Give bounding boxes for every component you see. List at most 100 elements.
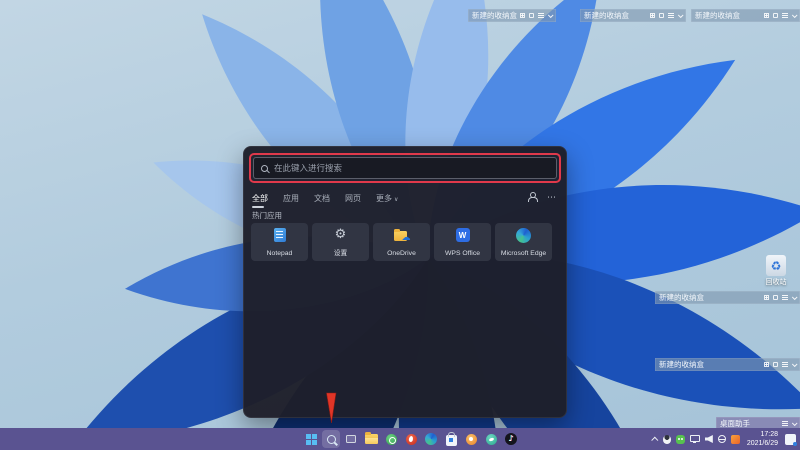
search-filter-tabs: 全部 应用 文档 网页 更多∨: [250, 193, 400, 207]
app-tile-onedrive[interactable]: ☁ OneDrive: [373, 223, 430, 261]
start-button[interactable]: [302, 430, 320, 448]
taskbar-clock[interactable]: 17:28 2021/6/29: [745, 430, 780, 449]
menu-icon[interactable]: [668, 13, 674, 18]
file-explorer-button[interactable]: [362, 430, 380, 448]
lock-icon[interactable]: [659, 13, 664, 18]
app-tile-wps-office[interactable]: W WPS Office: [434, 223, 491, 261]
clock-date: 2021/6/29: [747, 439, 778, 448]
recycle-bin-icon: ♻: [766, 255, 786, 276]
menu-icon[interactable]: [782, 421, 788, 426]
app-tile-label: Notepad: [267, 250, 293, 257]
desktop: 新建的收纳盒 新建的收纳盒 新建的收纳盒 新建的收纳盒 新建的收纳盒 桌面助手 …: [0, 0, 800, 450]
recycle-bin-shortcut[interactable]: ♻ 回收站: [756, 255, 796, 287]
organizer-box-title: 新建的收纳盒: [659, 292, 704, 303]
organizer-box-bar[interactable]: 新建的收纳盒: [580, 9, 686, 22]
organizer-box-controls: [764, 295, 796, 300]
search-icon: [327, 435, 336, 444]
organizer-box-bar[interactable]: 新建的收纳盒: [691, 9, 800, 22]
app-tile-label: Microsoft Edge: [501, 250, 546, 257]
display-tray-icon[interactable]: [690, 435, 700, 442]
cloud-glyph: ☁: [402, 234, 411, 243]
notification-tray-icon[interactable]: [785, 434, 796, 445]
tab-apps[interactable]: 应用: [281, 193, 301, 207]
store-button[interactable]: [442, 430, 460, 448]
wps-icon: W: [456, 228, 470, 242]
tab-more[interactable]: 更多∨: [374, 193, 400, 207]
organizer-box-controls: [520, 13, 552, 18]
organizer-box-title: 新建的收纳盒: [659, 359, 704, 370]
tab-apps-label: 应用: [283, 194, 299, 203]
douyin-button[interactable]: ♪: [502, 430, 520, 448]
orange-app-icon: [466, 434, 477, 445]
search-box[interactable]: [253, 157, 557, 179]
edge-icon: [516, 228, 531, 243]
assistant-controls: [782, 421, 796, 426]
organizer-box-bar[interactable]: 新建的收纳盒: [655, 291, 800, 304]
app-tile-settings[interactable]: ⚙ 设置: [312, 223, 369, 261]
menu-icon[interactable]: [538, 13, 544, 18]
tab-documents[interactable]: 文档: [312, 193, 332, 207]
task-view-button[interactable]: [342, 430, 360, 448]
network-input-icon[interactable]: [718, 435, 726, 443]
chevron-down-icon[interactable]: [792, 12, 798, 18]
edge-icon: [425, 433, 437, 445]
grid-icon[interactable]: [764, 362, 769, 367]
chevron-down-icon[interactable]: [792, 361, 798, 367]
lock-icon[interactable]: [529, 13, 534, 18]
notepad-icon: [274, 228, 286, 242]
chevron-down-icon[interactable]: [678, 12, 684, 18]
recycle-glyph: ♻: [771, 260, 782, 272]
tab-more-label: 更多: [376, 194, 392, 203]
app-orange-button[interactable]: [462, 430, 480, 448]
account-icon[interactable]: [527, 192, 536, 202]
taskbar-pinned-icons: ♪: [302, 428, 520, 450]
tab-web[interactable]: 网页: [343, 193, 363, 207]
app-teal-button[interactable]: [482, 430, 500, 448]
chevron-down-icon: ∨: [394, 196, 398, 203]
volume-icon[interactable]: [705, 435, 713, 443]
windows-logo-icon: [306, 434, 317, 445]
menu-icon[interactable]: [782, 362, 788, 367]
grid-icon[interactable]: [764, 295, 769, 300]
lock-icon[interactable]: [773, 295, 778, 300]
qq-tray-icon[interactable]: [663, 435, 671, 444]
app-red-button[interactable]: [402, 430, 420, 448]
red-app-icon: [406, 434, 417, 445]
organizer-box-bar[interactable]: 新建的收纳盒: [655, 358, 800, 371]
more-options-icon[interactable]: ⋯: [547, 193, 557, 202]
task-view-icon: [346, 435, 356, 443]
wechat-tray-icon[interactable]: [676, 435, 685, 444]
grid-icon[interactable]: [650, 13, 655, 18]
top-apps-section-title: 热门应用: [252, 210, 282, 221]
taskbar-tray: 17:28 2021/6/29: [653, 428, 796, 450]
search-input[interactable]: [274, 163, 549, 173]
grid-icon[interactable]: [520, 13, 525, 18]
grid-icon[interactable]: [764, 13, 769, 18]
organizer-box-controls: [650, 13, 682, 18]
organizer-box-bar[interactable]: 新建的收纳盒: [468, 9, 556, 22]
menu-icon[interactable]: [782, 295, 788, 300]
lock-icon[interactable]: [773, 13, 778, 18]
edge-button[interactable]: [422, 430, 440, 448]
lock-icon[interactable]: [773, 362, 778, 367]
search-icon: [261, 165, 268, 172]
organizer-box-title: 新建的收纳盒: [695, 10, 740, 21]
store-bag-icon: [446, 435, 457, 446]
app-tile-edge[interactable]: Microsoft Edge: [495, 223, 552, 261]
hidden-icons-chevron-icon[interactable]: [651, 436, 658, 443]
organizer-box-title: 新建的收纳盒: [472, 10, 517, 21]
tab-all[interactable]: 全部: [250, 193, 270, 207]
app-tile-notepad[interactable]: Notepad: [251, 223, 308, 261]
search-panel-header-icons: ⋯: [527, 192, 557, 202]
search-button[interactable]: [322, 430, 340, 448]
organizer-box-title: 新建的收纳盒: [584, 10, 629, 21]
app-tile-label: WPS Office: [445, 250, 480, 257]
app-green-button[interactable]: [382, 430, 400, 448]
chevron-down-icon[interactable]: [792, 294, 798, 300]
orange-tray-icon[interactable]: [731, 435, 740, 444]
chevron-down-icon[interactable]: [792, 420, 798, 426]
teal-app-icon: [486, 434, 497, 445]
chevron-down-icon[interactable]: [548, 12, 554, 18]
menu-icon[interactable]: [782, 13, 788, 18]
onedrive-icon: ☁: [394, 228, 410, 241]
